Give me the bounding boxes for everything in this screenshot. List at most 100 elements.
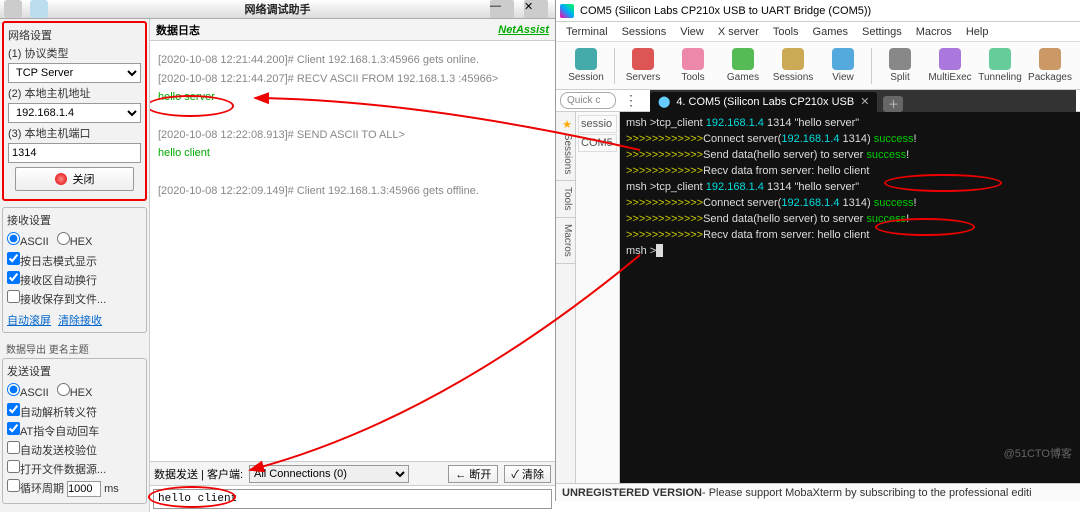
checksum-check[interactable]: 自动发送校验位 (7, 441, 142, 458)
session-icon (575, 48, 597, 70)
term-line: >>>>>>>>>>>>Send data(hello server) to s… (626, 148, 1074, 164)
menu-settings[interactable]: Settings (862, 26, 902, 38)
menu-bar: Terminal Sessions View X server Tools Games Se… (556, 22, 1080, 42)
view-icon (832, 48, 854, 70)
session-tabs: ⬤ 4. COM5 (Silicon Labs CP210x USB ✕ ＋ (650, 90, 1076, 112)
network-settings-group: 网络设置 (1) 协议类型 TCP Server (2) 本地主机地址 192.… (2, 21, 147, 201)
term-line: msh >tcp_client 192.168.1.4 1314 "hello … (626, 180, 1074, 196)
clear-send-button[interactable]: ✓ 清除 (504, 465, 551, 483)
term-line: >>>>>>>>>>>>Recv data from server: hello… (626, 228, 1074, 244)
menu-x server[interactable]: X server (718, 26, 759, 38)
menu-help[interactable]: Help (966, 26, 989, 38)
work-area: ★ SessionsToolsMacros sessioCOM5 msh >tc… (556, 112, 1080, 483)
packages-icon (1039, 48, 1061, 70)
clear-recv-link[interactable]: 清除接收 (58, 312, 102, 328)
menu-terminal[interactable]: Terminal (566, 26, 608, 38)
netassist-link[interactable]: NetAssist (498, 24, 549, 36)
send-hex-radio[interactable]: HEX (57, 383, 93, 399)
status-bar: UNREGISTERED VERSION - Please support Mo… (556, 483, 1080, 501)
term-line: >>>>>>>>>>>>Connect server(192.168.1.4 1… (626, 132, 1074, 148)
tab-bullet-icon: ⬤ (658, 95, 670, 108)
tools-icon (682, 48, 704, 70)
toolbar-packages-button[interactable]: Packages (1026, 48, 1074, 83)
port-input[interactable] (8, 143, 141, 163)
protocol-select[interactable]: TCP Server (8, 63, 141, 83)
new-tab-button[interactable]: ＋ (883, 96, 903, 112)
close-connection-button[interactable]: 关闭 (15, 167, 135, 191)
settings-sidebar: 网络设置 (1) 协议类型 TCP Server (2) 本地主机地址 192.… (0, 19, 150, 512)
annotation-circle (884, 174, 1002, 192)
menu-view[interactable]: View (680, 26, 704, 38)
disconnect-button[interactable]: ← 断开 (448, 465, 498, 483)
toolbar-servers-button[interactable]: Servers (619, 48, 667, 83)
quick-connect-input[interactable] (560, 92, 616, 109)
escape-check[interactable]: 自动解析转义符 (7, 403, 142, 420)
toolbar-tunneling-button[interactable]: Tunneling (976, 48, 1024, 83)
tab-close-icon[interactable]: ✕ (860, 95, 869, 108)
host-select[interactable]: 192.168.1.4 (8, 103, 141, 123)
network-group-title: 网络设置 (8, 27, 141, 43)
toolbar-session-button[interactable]: Session (562, 48, 610, 83)
menu-games[interactable]: Games (813, 26, 848, 38)
term-line: msh > (626, 244, 1074, 260)
close-icon[interactable]: ✕ (524, 0, 548, 18)
file-source-check[interactable]: 打开文件数据源... (7, 460, 142, 477)
session-item[interactable]: sessio (578, 115, 617, 133)
cycle-check[interactable]: 循环周期 ms (7, 479, 142, 497)
watermark: @51CTO博客 (1004, 447, 1072, 463)
toolbar-icon[interactable] (30, 0, 48, 18)
mobaxterm-icon (560, 4, 574, 18)
send-group-title: 发送设置 (7, 363, 142, 379)
annotation-circle (150, 95, 234, 117)
log-output[interactable]: [2020-10-08 12:21:44.200]# Client 192.16… (150, 41, 555, 461)
split-icon (889, 48, 911, 70)
log-mode-check[interactable]: 按日志模式显示 (7, 252, 142, 269)
toolbar-split-button[interactable]: Split (876, 48, 924, 83)
protocol-label: (1) 协议类型 (8, 45, 141, 61)
term-line: >>>>>>>>>>>>Connect server(192.168.1.4 1… (626, 196, 1074, 212)
toolbar-multiexec-button[interactable]: MultiExec (926, 48, 974, 83)
more-icon[interactable]: ⋮ (620, 92, 642, 109)
net-assist-titlebar[interactable]: 网络调试助手 — ✕ (0, 0, 555, 19)
tunneling-icon (989, 48, 1011, 70)
menu-macros[interactable]: Macros (916, 26, 952, 38)
sidetab-sessions[interactable]: ★ Sessions (556, 112, 575, 181)
terminal-output[interactable]: msh >tcp_client 192.168.1.4 1314 "hello … (620, 112, 1080, 483)
log-line: [2020-10-08 12:22:09.149]# Client 192.16… (158, 182, 547, 201)
recv-settings-group: 接收设置 ASCII HEX 按日志模式显示 接收区自动换行 接收保存到文件..… (2, 207, 147, 333)
app-icon (4, 0, 22, 18)
tab-com5[interactable]: ⬤ 4. COM5 (Silicon Labs CP210x USB ✕ (650, 92, 877, 112)
save-file-check[interactable]: 接收保存到文件... (7, 290, 142, 307)
minimize-icon[interactable]: — (490, 0, 514, 18)
menu-tools[interactable]: Tools (773, 26, 799, 38)
toolbar: Session ServersToolsGamesSessionsView Spli… (556, 42, 1080, 90)
toolbar-tools-button[interactable]: Tools (669, 48, 717, 83)
connection-select[interactable]: All Connections (0) (249, 465, 409, 483)
hex-radio[interactable]: HEX (57, 232, 93, 248)
com-title: COM5 (Silicon Labs CP210x USB to UART Br… (580, 5, 871, 17)
log-header: 数据日志 NetAssist (150, 19, 555, 41)
toolbar-view-button[interactable]: View (819, 48, 867, 83)
toolbar-games-button[interactable]: Games (719, 48, 767, 83)
log-line: hello client (158, 144, 547, 163)
toolbar-sessions-button[interactable]: Sessions (769, 48, 817, 83)
ascii-radio[interactable]: ASCII (7, 232, 49, 248)
sessions-icon (782, 48, 804, 70)
mobaxterm-titlebar[interactable]: COM5 (Silicon Labs CP210x USB to UART Br… (556, 0, 1080, 22)
menu-sessions[interactable]: Sessions (622, 26, 667, 38)
games-icon (732, 48, 754, 70)
footer-text: - Please support MobaXterm by subscribin… (702, 487, 1032, 499)
at-cr-check[interactable]: AT指令自动回车 (7, 422, 142, 439)
mobaxterm-window: COM5 (Silicon Labs CP210x USB to UART Br… (556, 0, 1080, 501)
sidetab-macros[interactable]: Macros (556, 218, 575, 264)
side-tab-strip: ★ SessionsToolsMacros (556, 112, 576, 483)
log-line: [2020-10-08 12:22:08.913]# SEND ASCII TO… (158, 126, 547, 145)
log-panel: 数据日志 NetAssist [2020-10-08 12:21:44.200]… (150, 19, 555, 512)
session-item[interactable]: COM5 (578, 134, 617, 152)
autoscroll-link[interactable]: 自动滚屏 (7, 312, 51, 328)
sidetab-tools[interactable]: Tools (556, 181, 575, 217)
cycle-input[interactable] (67, 481, 101, 497)
send-ascii-radio[interactable]: ASCII (7, 383, 49, 399)
auto-wrap-check[interactable]: 接收区自动换行 (7, 271, 142, 288)
send-settings-group: 发送设置 ASCII HEX 自动解析转义符 AT指令自动回车 自动发送校验位 … (2, 358, 147, 504)
